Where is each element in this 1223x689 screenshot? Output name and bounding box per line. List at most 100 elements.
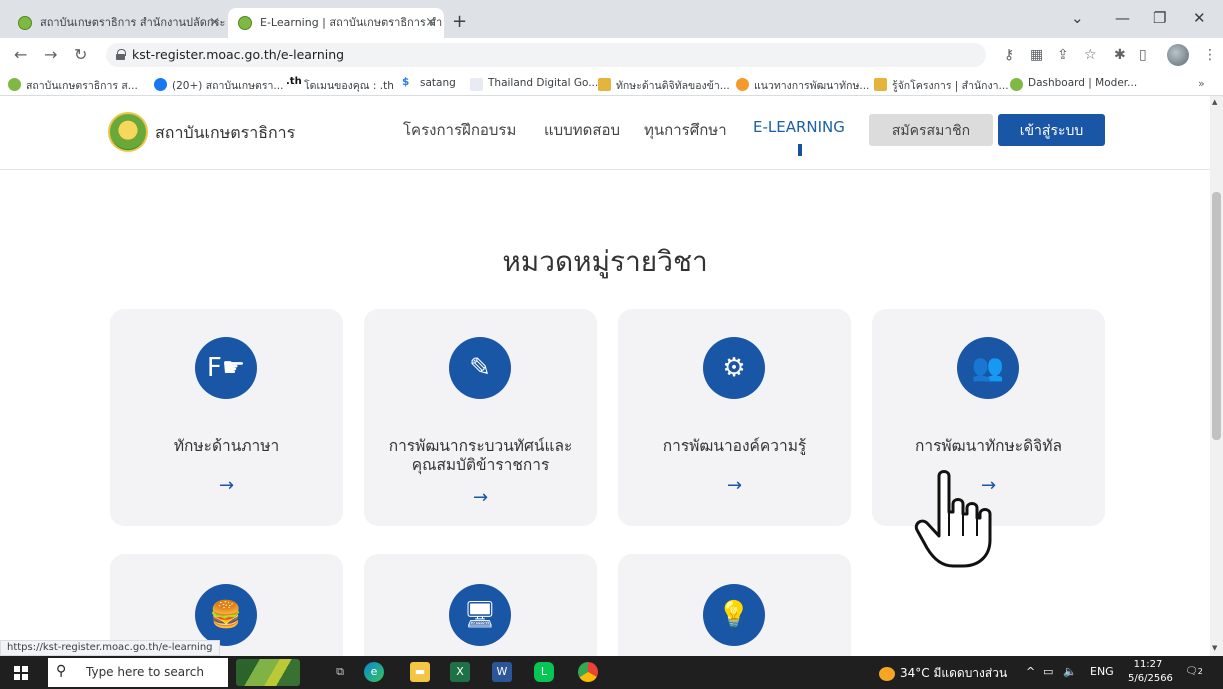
head-idea-icon: 💡 <box>703 584 765 646</box>
nav-scholarship[interactable]: ทุนการศึกษา <box>644 118 727 142</box>
ruler-pencil-icon: ✎ <box>449 337 511 399</box>
chrome-icon[interactable] <box>578 662 598 682</box>
side-panel-icon[interactable]: ▯ <box>1139 47 1147 63</box>
category-card-idea[interactable]: 💡 <box>618 554 851 656</box>
site-header: สถาบันเกษตราธิการ โครงการฝึกอบรม แบบทดสอ… <box>0 96 1210 170</box>
browser-toolbar: ← → ↻ kst-register.moac.go.th/e-learning… <box>0 38 1223 72</box>
category-card-civil-servant[interactable]: ✎ การพัฒนากระบวนทัศน์และคุณสมบัติข้าราชก… <box>364 309 597 526</box>
facebook-icon <box>154 78 167 91</box>
clock-time: 11:27 <box>1133 659 1163 670</box>
bookmarks-overflow-icon[interactable]: » <box>1198 77 1205 90</box>
excel-icon[interactable]: X <box>450 662 470 682</box>
scroll-down-icon[interactable]: ▼ <box>1212 644 1217 652</box>
forward-arrow-icon[interactable]: → <box>44 45 57 64</box>
address-bar[interactable]: kst-register.moac.go.th/e-learning <box>106 43 986 67</box>
bookmark-star-icon[interactable]: ☆ <box>1084 47 1097 63</box>
search-highlight-image[interactable] <box>236 659 300 686</box>
folder-icon <box>874 78 887 91</box>
login-button[interactable]: เข้าสู่ระบบ <box>998 114 1105 146</box>
nav-training[interactable]: โครงการฝึกอบรม <box>403 118 516 142</box>
reload-icon[interactable]: ↻ <box>74 45 87 64</box>
nav-e-learning[interactable]: E-LEARNING <box>753 118 845 136</box>
tab-close-icon[interactable]: × <box>209 8 220 38</box>
volume-muted-icon[interactable]: 🔈 <box>1063 665 1077 678</box>
notification-count: 2 <box>1197 667 1203 676</box>
web-page: สถาบันเกษตราธิการ โครงการฝึกอบรม แบบทดสอ… <box>0 96 1210 656</box>
tab-search-chevron-icon[interactable]: ⌄ <box>1071 9 1084 27</box>
nav-quiz[interactable]: แบบทดสอบ <box>544 118 620 142</box>
bookmark-item[interactable]: รู้จักโครงการ | สำนักงา... <box>874 77 1009 94</box>
bookmark-item[interactable]: (20+) สถาบันเกษตรา... <box>154 77 283 94</box>
close-window-icon[interactable]: ✕ <box>1193 9 1206 27</box>
show-hidden-icons-icon[interactable]: ^ <box>1026 665 1035 678</box>
page-scrollbar[interactable]: ▲ ▼ <box>1210 96 1223 656</box>
bookmark-item[interactable]: $ satang <box>402 76 456 89</box>
back-arrow-icon[interactable]: ← <box>14 45 27 64</box>
taskbar-search[interactable]: ⚲ Type here to search <box>48 658 228 687</box>
arrow-right-icon[interactable]: → <box>110 475 343 496</box>
category-title: การพัฒนาทักษะดิจิทัล <box>915 437 1062 455</box>
nav-active-indicator <box>798 144 802 156</box>
site-favicon-icon <box>238 16 252 30</box>
search-placeholder: Type here to search <box>86 665 204 679</box>
minimize-icon[interactable]: — <box>1115 9 1130 27</box>
site-favicon-icon <box>8 78 21 91</box>
url-text: kst-register.moac.go.th/e-learning <box>132 47 345 62</box>
edge-icon[interactable]: e <box>364 662 384 682</box>
satang-icon: $ <box>402 76 410 88</box>
scroll-thumb[interactable] <box>1212 192 1221 440</box>
users-icon: 👥 <box>957 337 1019 399</box>
tab-label: สถาบันเกษตราธิการ สำนักงานปลัดกระ <box>40 16 226 29</box>
extensions-puzzle-icon[interactable]: ✱ <box>1114 47 1126 63</box>
register-button[interactable]: สมัครสมาชิก <box>869 114 993 146</box>
site-favicon-icon <box>1010 78 1023 91</box>
scroll-up-icon[interactable]: ▲ <box>1212 98 1217 106</box>
dga-icon <box>470 78 483 91</box>
lock-icon[interactable] <box>116 49 126 60</box>
category-title: การพัฒนากระบวนทัศน์และคุณสมบัติข้าราชการ <box>388 437 573 474</box>
task-view-icon[interactable]: ⧉ <box>330 662 350 682</box>
th-domain-icon: .th <box>286 76 302 87</box>
share-icon[interactable]: ⇪ <box>1057 47 1069 63</box>
tab-close-icon[interactable]: × <box>425 8 436 38</box>
new-tab-button[interactable]: + <box>452 11 467 32</box>
profile-avatar[interactable] <box>1167 44 1189 66</box>
tab-kst-home[interactable]: สถาบันเกษตราธิการ สำนักงานปลัดกระ × <box>8 8 228 38</box>
language-indicator[interactable]: ENG <box>1090 665 1114 678</box>
site-favicon-icon <box>736 78 749 91</box>
category-title: การพัฒนาองค์ความรู้ <box>662 437 807 455</box>
bookmark-item[interactable]: สถาบันเกษตราธิการ ส... <box>8 77 138 94</box>
head-gears-icon: ⚙ <box>703 337 765 399</box>
taskbar-clock[interactable]: 11:27 5/6/2566 <box>1128 658 1173 686</box>
network-icon[interactable]: ▭ <box>1043 665 1053 678</box>
arrow-right-icon[interactable]: → <box>618 475 851 496</box>
line-icon[interactable]: L <box>534 662 554 682</box>
site-name[interactable]: สถาบันเกษตราธิการ <box>155 121 295 146</box>
windows-start-icon[interactable] <box>14 666 28 680</box>
weather-widget[interactable]: 34°C มีแดดบางส่วน <box>879 664 1007 683</box>
tab-label: E-Learning | สถาบันเกษตราธิการ สำ <box>260 16 443 29</box>
bookmark-item[interactable]: Thailand Digital Go... <box>470 77 598 91</box>
bookmark-item[interactable]: ทักษะด้านดิจิทัลของข้า... <box>598 77 730 94</box>
notification-center-icon[interactable]: 🗨2 <box>1184 663 1204 681</box>
restore-icon[interactable]: ❐ <box>1153 9 1166 27</box>
key-icon[interactable]: ⚷ <box>1004 47 1014 63</box>
browser-tabstrip: สถาบันเกษตราธิการ สำนักงานปลัดกระ × E-Le… <box>0 0 1223 38</box>
folder-icon <box>598 78 611 91</box>
arrow-right-icon[interactable]: → <box>364 487 597 508</box>
bookmark-item[interactable]: Dashboard | Moder... <box>1010 77 1137 91</box>
word-icon[interactable]: W <box>492 662 512 682</box>
tab-e-learning[interactable]: E-Learning | สถาบันเกษตราธิการ สำ × <box>228 8 444 38</box>
link-status-bubble: https://kst-register.moac.go.th/e-learni… <box>0 640 220 656</box>
category-card-computer[interactable]: 🖥 <box>364 554 597 656</box>
site-logo[interactable] <box>108 112 148 152</box>
category-card-knowledge[interactable]: ⚙ การพัฒนาองค์ความรู้ → <box>618 309 851 526</box>
translate-icon[interactable]: ▦ <box>1030 47 1043 63</box>
bookmark-item[interactable]: แนวทางการพัฒนาทักษ... <box>736 77 869 94</box>
bookmark-item[interactable]: .th โดเมนของคุณ : .th <box>286 76 394 94</box>
hand-pointer-cursor-icon <box>914 470 992 568</box>
category-card-language[interactable]: F☛ ทักษะด้านภาษา → <box>110 309 343 526</box>
file-explorer-icon[interactable]: ▬ <box>410 662 430 682</box>
browser-menu-icon[interactable]: ⋮ <box>1203 47 1217 63</box>
food-drink-icon: 🍔 <box>195 584 257 646</box>
